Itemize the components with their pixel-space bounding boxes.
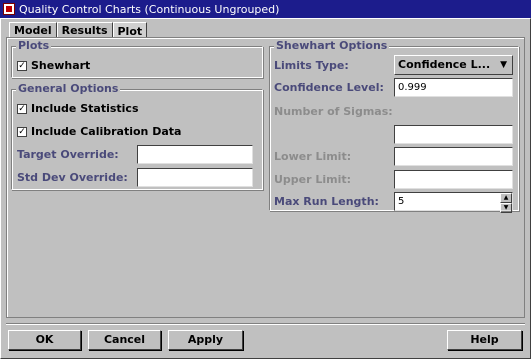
include-statistics-label: Include Statistics xyxy=(31,102,139,115)
spin-down-icon[interactable]: ▼ xyxy=(500,203,512,213)
tab-model[interactable]: Model xyxy=(9,22,57,38)
window-titlebar: Quality Control Charts (Continuous Ungro… xyxy=(0,0,531,18)
confidence-level-input[interactable]: 0.999 xyxy=(394,78,513,97)
std-dev-override-input[interactable] xyxy=(137,168,253,187)
apply-button[interactable]: Apply xyxy=(168,330,243,350)
upper-limit-input[interactable] xyxy=(394,170,513,189)
number-of-sigmas-input[interactable] xyxy=(394,125,513,144)
checkbox-check-icon: ✓ xyxy=(17,60,27,71)
upper-limit-label: Upper Limit: xyxy=(274,173,352,186)
max-run-length-stepper[interactable]: 5 ▲ ▼ xyxy=(394,192,513,213)
confidence-level-label: Confidence Level: xyxy=(274,81,384,94)
tab-panel-plot: Plots ✓ Shewhart General Options ✓ Inclu… xyxy=(6,37,525,318)
plots-legend: Plots xyxy=(16,39,52,53)
std-dev-override-label: Std Dev Override: xyxy=(17,171,128,184)
include-statistics-checkbox[interactable]: ✓ Include Statistics xyxy=(17,102,139,115)
shewhart-label: Shewhart xyxy=(31,59,91,72)
target-override-label: Target Override: xyxy=(17,148,119,161)
max-run-length-value: 5 xyxy=(398,196,405,207)
help-button[interactable]: Help xyxy=(447,330,522,350)
shewhart-options-legend: Shewhart Options xyxy=(274,39,390,53)
checkbox-check-icon: ✓ xyxy=(17,103,27,114)
limits-type-label: Limits Type: xyxy=(274,59,349,72)
limits-type-value: Confidence L... xyxy=(398,58,491,71)
spin-up-icon[interactable]: ▲ xyxy=(500,193,512,203)
general-options-group: General Options ✓ Include Statistics ✓ I… xyxy=(11,82,263,190)
lower-limit-input[interactable] xyxy=(394,147,513,166)
target-override-input[interactable] xyxy=(137,145,253,164)
shewhart-checkbox[interactable]: ✓ Shewhart xyxy=(17,59,90,72)
number-of-sigmas-label: Number of Sigmas: xyxy=(274,105,393,118)
chevron-down-icon: ▼ xyxy=(500,60,507,70)
max-run-length-spinner: ▲ ▼ xyxy=(500,193,512,213)
general-options-legend: General Options xyxy=(16,82,121,96)
tab-results[interactable]: Results xyxy=(56,22,113,38)
max-run-length-label: Max Run Length: xyxy=(274,195,379,208)
checkbox-check-icon: ✓ xyxy=(17,126,27,137)
plots-group: Plots ✓ Shewhart xyxy=(11,39,263,78)
shewhart-options-group: Shewhart Options Limits Type: Confidence… xyxy=(269,39,519,213)
lower-limit-label: Lower Limit: xyxy=(274,150,352,163)
limits-type-select[interactable]: Confidence L... ▼ xyxy=(394,55,513,75)
include-calibration-checkbox[interactable]: ✓ Include Calibration Data xyxy=(17,125,181,138)
ok-button[interactable]: OK xyxy=(8,330,81,350)
include-calibration-label: Include Calibration Data xyxy=(31,125,182,138)
cancel-button[interactable]: Cancel xyxy=(88,330,161,350)
window-title: Quality Control Charts (Continuous Ungro… xyxy=(19,2,280,16)
tab-bar: Model Results Plot xyxy=(9,22,148,39)
button-separator xyxy=(6,323,525,325)
app-icon xyxy=(3,3,15,15)
